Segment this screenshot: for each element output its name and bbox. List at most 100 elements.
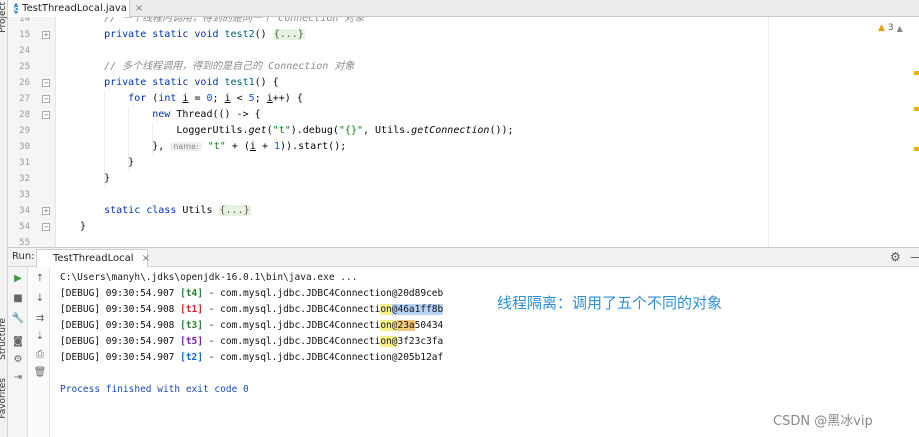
code-token: }, [80,141,171,152]
thread-name: [t2] [180,352,203,363]
code-line[interactable]: new Thread(() -> { [80,107,261,123]
stop-icon[interactable]: ■ [10,292,26,306]
java-class-icon: c [14,3,19,14]
log-text: on@ [380,320,398,331]
code-line[interactable]: for (int i = 0; i < 5; i++) { [80,91,303,107]
collapse-fold-icon[interactable]: − [42,223,50,231]
line-number: 27 [19,94,30,104]
code-token: Thread(() -> { [176,109,261,120]
log-text: 23a [397,320,415,331]
indent-guide [152,123,153,155]
code-token: 一个线程内调用，得到的是同一个 Connection 对象 [122,17,365,24]
code-token: < [230,93,249,104]
favorites-tool-label[interactable]: Favorites [0,378,8,419]
code-token: get [248,125,267,136]
code-token: () [254,29,273,40]
code-token: test2 [224,29,255,40]
code-area[interactable]: // 一个线程内调用，得到的是同一个 Connection 对象 private… [56,17,768,247]
thread-name: [t5] [180,336,203,347]
code-line[interactable]: }, name: "t" + (i + 1)).start(); [80,139,346,155]
log-text: - com.mysql.jdbc.JDBC4Connecti [203,320,381,331]
collapse-fold-icon[interactable]: − [42,95,50,103]
line-number: 32 [19,174,30,184]
rerun-icon[interactable]: ▶ [10,272,26,286]
chevron-up-icon: ▲ [896,23,903,33]
log-text: - com.mysql.jdbc.JDBC4Connecti [203,336,381,347]
code-token: new [152,109,177,120]
line-number: 54 [19,222,30,232]
close-icon[interactable]: × [135,3,143,14]
code-token: // [80,61,123,72]
right-margin-guide [768,17,769,247]
structure-tool-label[interactable]: Structure [0,318,8,360]
run-toolbar: ▶ ■ 🔧 ◙ ⚙ ⇥ [8,267,28,437]
left-tool-strip: Project Structure Favorites [0,0,8,437]
log-text: [DEBUG] 09:30:54.907 [60,352,181,363]
soft-wrap-icon[interactable]: ⇉ [32,312,48,326]
collapse-fold-icon[interactable]: − [42,111,50,119]
camera-icon[interactable]: ◙ [10,335,26,349]
code-token: ++) { [272,93,303,104]
code-line[interactable]: private static void test2() {...} [80,27,305,43]
code-token: } [80,221,87,232]
line-number: 26 [19,78,30,88]
expand-fold-icon[interactable]: + [42,207,50,215]
log-text: [DEBUG] 09:30:54.908 [60,304,181,315]
print-icon[interactable]: ⎙ [32,348,48,362]
inspection-widget[interactable]: ▲ 3 ▲ [878,23,903,33]
folded-code[interactable]: {...} [218,205,251,216]
collapse-fold-icon[interactable]: − [42,79,50,87]
warning-stripe-marker[interactable] [914,147,919,151]
code-line[interactable]: // 一个线程内调用，得到的是同一个 Connection 对象 [80,17,364,27]
code-line[interactable]: } [80,155,134,171]
expand-fold-icon[interactable]: + [42,31,50,39]
code-token: Utils [182,205,219,216]
scroll-up-icon[interactable]: ↑ [32,272,48,286]
warning-stripe-marker[interactable] [914,107,919,111]
folded-code[interactable]: {...} [272,29,305,40]
code-token: // [80,17,123,24]
warning-stripe-marker[interactable] [914,71,919,75]
line-number: 15 [19,30,30,40]
code-token: static class [104,205,183,216]
editor-tab-label: TestThreadLocal.java [22,3,127,14]
code-line[interactable]: // 多个线程调用，得到的是自己的 Connection 对象 [80,59,354,75]
code-token: )).start(); [280,141,347,152]
wrench-icon[interactable]: 🔧 [10,312,26,326]
code-line[interactable]: } [80,171,110,187]
editor-tab-testthreadlocal[interactable]: c TestThreadLocal.java × [8,0,143,17]
project-tool-label[interactable]: Project [0,2,8,33]
editor-tab-bar: c TestThreadLocal.java × [8,0,919,17]
thread-name: [t3] [180,320,203,331]
line-number-gutter: 14 15 24 25 26 27 28 29 30 31 32 33 34 54 55 + − − − + − [8,17,56,247]
minimize-icon[interactable]: — [910,250,919,264]
line-number: 28 [19,110,30,120]
scroll-to-end-icon[interactable]: ⇣ [32,330,48,344]
export-icon[interactable]: ⇥ [10,371,26,385]
code-token: () { [254,77,279,88]
code-token: ; [212,93,225,104]
settings-icon[interactable]: ⚙ [890,250,901,264]
line-number: 34 [19,206,30,216]
close-icon[interactable]: × [142,253,150,264]
gear-small-icon[interactable]: ⚙ [10,353,26,367]
trash-icon[interactable]: 🗑 [32,366,48,380]
code-line[interactable]: LoggerUtils.get("t").debug("{}", Utils.g… [80,123,513,139]
code-line[interactable]: private static void test1() { [80,75,279,91]
code-editor[interactable]: 14 15 24 25 26 27 28 29 30 31 32 33 34 54 55 + − − − + − // … [8,17,919,247]
scroll-down-icon[interactable]: ↓ [32,292,48,306]
code-line[interactable]: static class Utils {...} [80,203,251,219]
code-token: private static void [104,29,225,40]
console-log-row: [DEBUG] 09:30:54.907 [t5] - com.mysql.jd… [60,334,443,350]
thread-name: [t1] [180,304,203,315]
run-tab-testthreadlocal[interactable]: TestThreadLocal × [36,249,150,267]
log-text: [DEBUG] 09:30:54.908 [60,320,181,331]
line-number: 30 [19,142,30,152]
console-log-row: [DEBUG] 09:30:54.908 [t1] - com.mysql.jd… [60,302,444,318]
code-token: + [255,141,274,152]
code-line[interactable]: } [80,219,86,235]
